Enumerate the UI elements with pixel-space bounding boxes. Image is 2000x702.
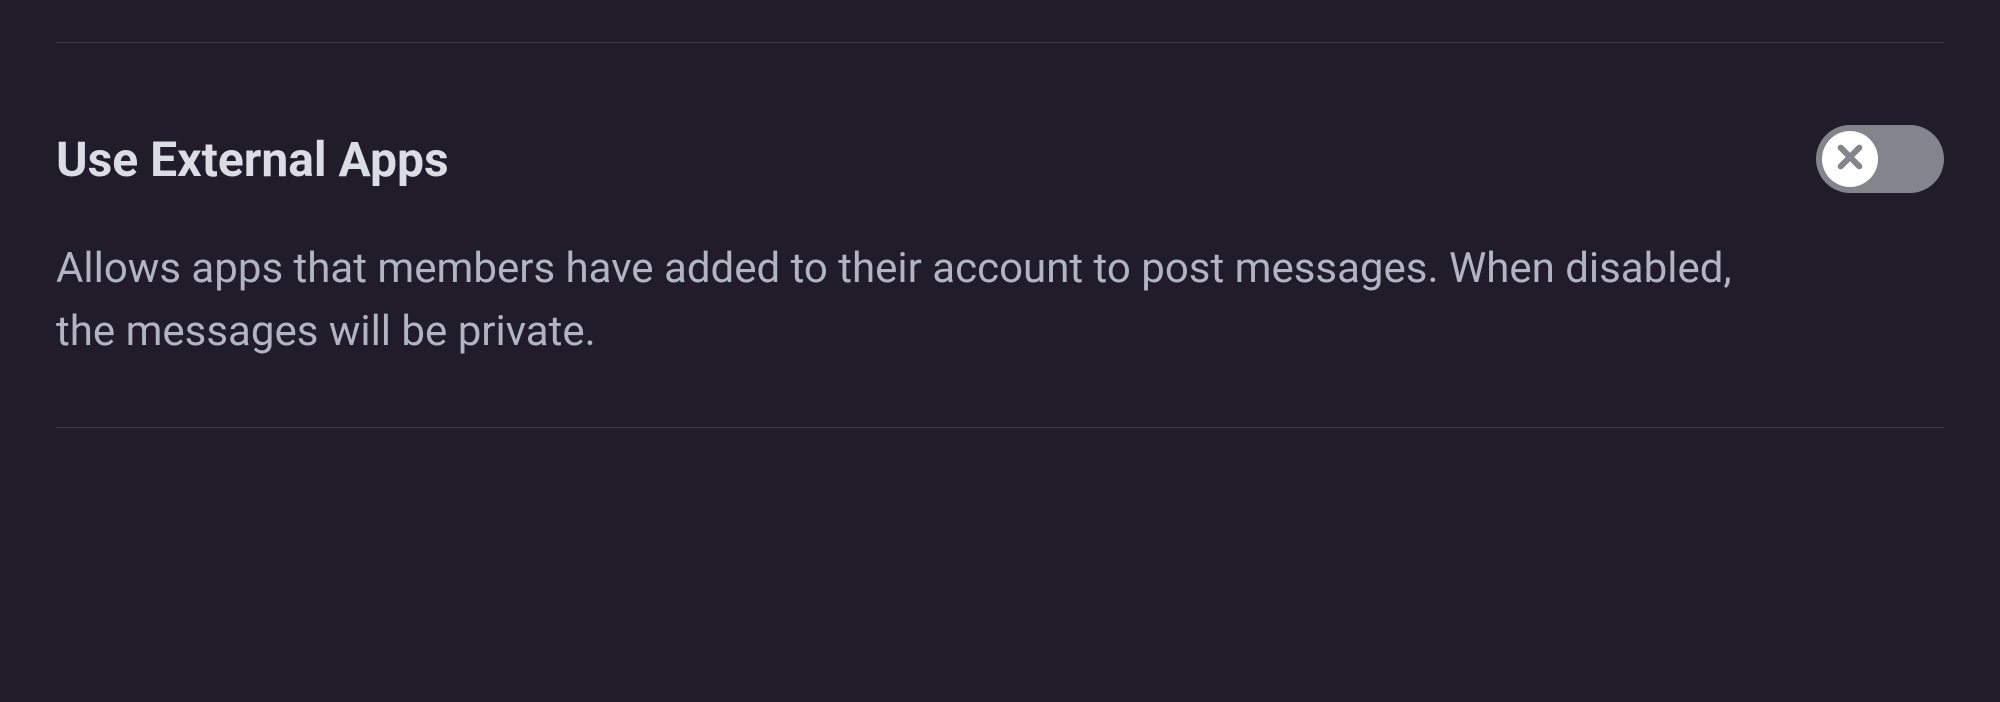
setting-text-block: Use External Apps Allows apps that membe… (56, 131, 1816, 363)
toggle-external-apps[interactable] (1816, 125, 1944, 193)
setting-row-external-apps: Use External Apps Allows apps that membe… (56, 43, 1944, 363)
divider (56, 427, 1944, 428)
close-icon (1834, 141, 1866, 177)
setting-description: Allows apps that members have added to t… (56, 237, 1776, 363)
settings-section: Use External Apps Allows apps that membe… (0, 42, 2000, 428)
setting-title: Use External Apps (56, 131, 1776, 189)
toggle-knob (1822, 131, 1878, 187)
